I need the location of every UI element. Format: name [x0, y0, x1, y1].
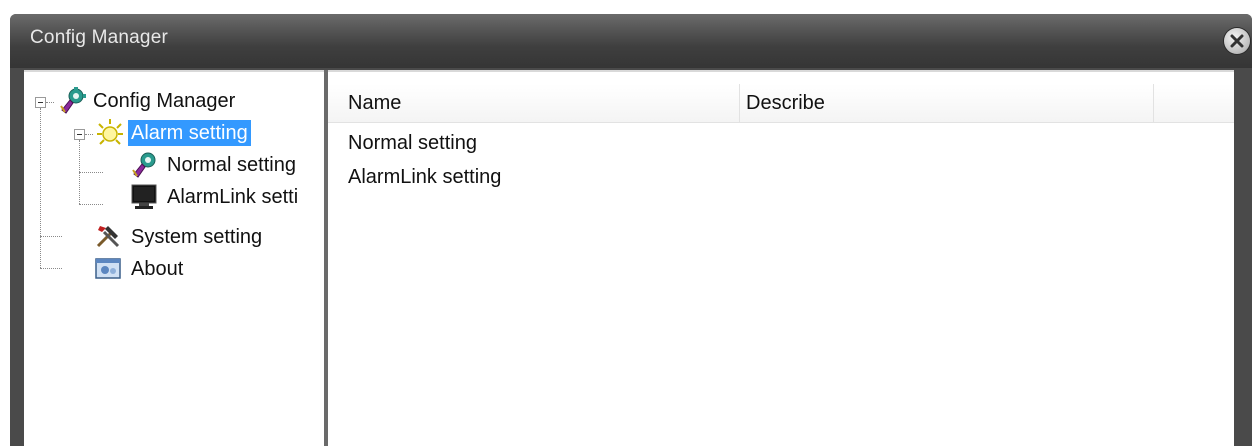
window-title: Config Manager [30, 27, 168, 48]
list-header: Name Describe [328, 84, 1234, 123]
column-header-describe[interactable]: Describe [740, 84, 1154, 122]
settings-list-view: Name Describe Normal setting AlarmLink s… [328, 70, 1234, 446]
about-window-icon [95, 258, 121, 279]
tree-connector [79, 204, 103, 205]
tree-connector [40, 236, 62, 237]
tools-icon [96, 226, 120, 248]
close-icon [1230, 34, 1244, 48]
tree-item-config-manager-label[interactable]: Config Manager [90, 88, 238, 114]
tree-item-alarm-setting-label[interactable]: Alarm setting [128, 120, 251, 146]
alarm-light-icon [97, 119, 123, 145]
tree-connector [46, 102, 54, 103]
tree-item-system-setting-label[interactable]: System setting [128, 224, 265, 250]
tree-connector [40, 108, 41, 268]
title-bar[interactable]: Config Manager [10, 14, 1252, 68]
config-gear-icon [132, 152, 156, 178]
tree-connector [85, 134, 93, 135]
column-header-filler [1154, 84, 1234, 122]
config-gear-icon [60, 87, 86, 114]
tree-connector [40, 268, 62, 269]
collapse-toggle-alarm-setting[interactable] [74, 129, 85, 140]
monitor-icon [131, 184, 157, 209]
tree-panel: Config Manager Alarm setting Normal sett… [24, 70, 324, 446]
tree-item-normal-setting-label[interactable]: Normal setting [164, 152, 299, 178]
tree-connector [79, 172, 103, 173]
collapse-toggle-config-manager[interactable] [35, 97, 46, 108]
list-item[interactable]: AlarmLink setting [348, 162, 501, 192]
list-item[interactable]: Normal setting [348, 128, 477, 158]
window-right-border [1234, 70, 1252, 446]
tree-item-about-label[interactable]: About [128, 256, 186, 282]
config-manager-window: Config Manager Config Manager Alarm sett… [10, 14, 1252, 446]
column-header-name[interactable]: Name [328, 84, 740, 122]
tree-item-alarmlink-setting-label[interactable]: AlarmLink setti [164, 184, 301, 210]
close-button[interactable] [1224, 28, 1250, 54]
